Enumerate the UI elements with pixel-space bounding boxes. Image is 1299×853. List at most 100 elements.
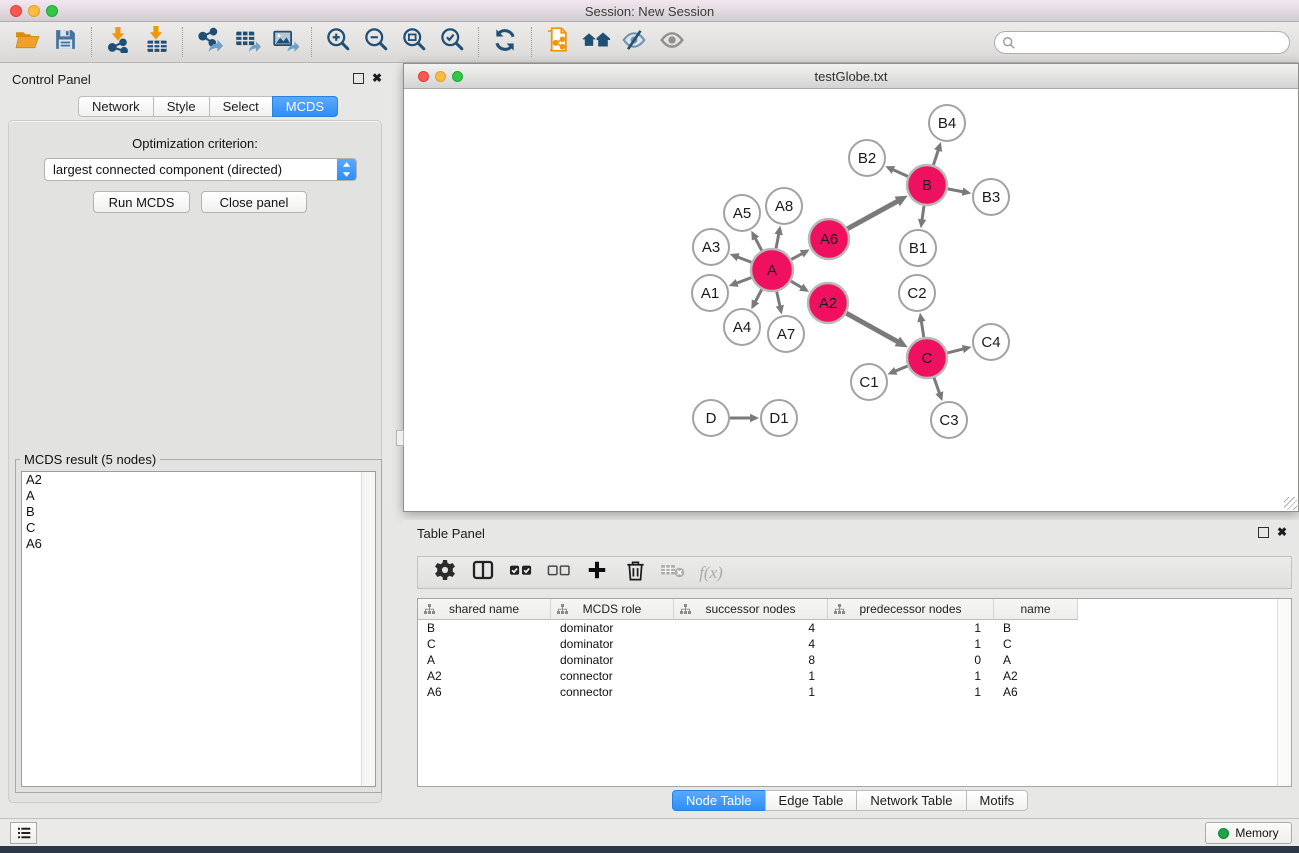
column-type-icon: [557, 604, 568, 618]
control-panel-title: Control Panel: [12, 72, 91, 87]
graph-node-C3[interactable]: C3: [931, 402, 967, 438]
mcds-result-item[interactable]: A6: [22, 536, 375, 552]
table-row[interactable]: Bdominator41B: [418, 620, 1277, 636]
run-mcds-button[interactable]: Run MCDS: [93, 191, 190, 213]
table-cell: A6: [994, 684, 1078, 700]
columns-button[interactable]: [464, 559, 502, 587]
close-table-panel-icon[interactable]: ✖: [1277, 525, 1287, 539]
table-row[interactable]: A6connector11A6: [418, 684, 1277, 700]
graph-node-C1[interactable]: C1: [851, 364, 887, 400]
refresh-button[interactable]: [486, 25, 524, 59]
export-image-button[interactable]: [266, 25, 304, 59]
window-resize-gripper[interactable]: [1284, 497, 1297, 510]
toolbar-separator: [478, 27, 479, 57]
zoom-out-button[interactable]: [357, 25, 395, 59]
table-row[interactable]: A2connector11A2: [418, 668, 1277, 684]
column-header-predecessor-nodes[interactable]: predecessor nodes: [828, 599, 994, 620]
save-session-button[interactable]: [46, 25, 84, 59]
graph-node-D[interactable]: D: [693, 400, 729, 436]
delete-button[interactable]: [616, 559, 654, 587]
graph-edge-A-A5: [755, 238, 762, 251]
open-file-button[interactable]: [8, 25, 46, 59]
graph-node-B4[interactable]: B4: [929, 105, 965, 141]
task-history-button[interactable]: [10, 822, 37, 844]
table-cell: 1: [828, 636, 994, 652]
table-tab-node-table[interactable]: Node Table: [672, 790, 766, 811]
zoom-fit-button[interactable]: [395, 25, 433, 59]
table-scrollbar[interactable]: [1277, 599, 1291, 786]
mcds-result-list[interactable]: A2ABCA6: [21, 471, 376, 787]
graph-node-B1[interactable]: B1: [900, 230, 936, 266]
float-table-panel-icon[interactable]: [1258, 527, 1269, 538]
table-cell: A: [418, 652, 551, 668]
graph-node-A4[interactable]: A4: [724, 309, 760, 345]
mcds-result-item[interactable]: B: [22, 504, 375, 520]
graph-node-A2[interactable]: A2: [808, 283, 848, 323]
graph-node-A[interactable]: A: [751, 249, 793, 291]
table-panel: Table Panel ✖ f(x) shared nameMCDS roles…: [403, 520, 1299, 818]
graph-node-C2[interactable]: C2: [899, 275, 935, 311]
zoom-selected-button[interactable]: [433, 25, 471, 59]
memory-button[interactable]: Memory: [1205, 822, 1292, 844]
zoom-in-button[interactable]: [319, 25, 357, 59]
graph-node-A6[interactable]: A6: [809, 219, 849, 259]
mcds-result-item[interactable]: A: [22, 488, 375, 504]
search-box[interactable]: [994, 31, 1290, 54]
graph-node-A1[interactable]: A1: [692, 275, 728, 311]
table-tab-network-table[interactable]: Network Table: [856, 790, 966, 811]
tab-mcds[interactable]: MCDS: [272, 96, 338, 117]
table-tab-motifs[interactable]: Motifs: [966, 790, 1029, 811]
close-panel-button[interactable]: Close panel: [201, 191, 307, 213]
toolbar-separator: [531, 27, 532, 57]
table-tab-edge-table[interactable]: Edge Table: [765, 790, 858, 811]
column-header-name[interactable]: name: [994, 599, 1078, 620]
panel-splitter-handle[interactable]: [396, 430, 404, 446]
graph-node-C[interactable]: C: [907, 338, 947, 378]
mcds-result-item[interactable]: A2: [22, 472, 375, 488]
show-hidden-button[interactable]: [653, 25, 691, 59]
tab-network[interactable]: Network: [78, 96, 154, 117]
select-all-button[interactable]: [502, 559, 540, 587]
deselect-all-button[interactable]: [540, 559, 578, 587]
float-panel-icon[interactable]: [353, 73, 364, 84]
table-row[interactable]: Cdominator41C: [418, 636, 1277, 652]
close-panel-icon[interactable]: ✖: [372, 71, 382, 85]
settings-button[interactable]: [426, 559, 464, 587]
table-row[interactable]: Adominator80A: [418, 652, 1277, 668]
column-label: MCDS role: [583, 602, 642, 616]
hide-selected-button[interactable]: [615, 25, 653, 59]
graph-node-A3[interactable]: A3: [693, 229, 729, 265]
add-button[interactable]: [578, 559, 616, 587]
import-table-button[interactable]: [137, 25, 175, 59]
mcds-result-item[interactable]: C: [22, 520, 375, 536]
graph-node-C4[interactable]: C4: [973, 324, 1009, 360]
mcds-list-scrollbar[interactable]: [361, 472, 375, 786]
search-input[interactable]: [1020, 34, 1289, 52]
show-all-networks-button[interactable]: [577, 25, 615, 59]
table-panel-title: Table Panel: [417, 526, 485, 541]
graph-node-A8[interactable]: A8: [766, 188, 802, 224]
column-header-mcds-role[interactable]: MCDS role: [551, 599, 674, 620]
new-network-from-file-button[interactable]: [539, 25, 577, 59]
column-header-successor-nodes[interactable]: successor nodes: [674, 599, 828, 620]
tab-select[interactable]: Select: [209, 96, 273, 117]
graph-node-A5[interactable]: A5: [724, 195, 760, 231]
graph-node-B[interactable]: B: [907, 165, 947, 205]
network-window-titlebar[interactable]: testGlobe.txt: [404, 64, 1298, 89]
graph-node-B2[interactable]: B2: [849, 140, 885, 176]
export-table-button[interactable]: [228, 25, 266, 59]
column-header-shared-name[interactable]: shared name: [418, 599, 551, 620]
graph-node-A7[interactable]: A7: [768, 316, 804, 352]
add-icon: [586, 559, 608, 586]
export-network-button[interactable]: [190, 25, 228, 59]
column-type-icon: [680, 604, 691, 618]
graph-node-B3[interactable]: B3: [973, 179, 1009, 215]
network-canvas[interactable]: B4 B2 B B3 A8A5 A6 A3 B1 A A1 C2 A2 A4A7 C4 C C1 C3 D D1: [404, 89, 1298, 511]
app-titlebar: Session: New Session: [0, 0, 1299, 22]
optimization-criterion-select[interactable]: largest connected component (directed): [44, 158, 357, 181]
node-label: B3: [982, 189, 1000, 206]
node-label: C1: [859, 374, 878, 391]
graph-node-D1[interactable]: D1: [761, 400, 797, 436]
tab-style[interactable]: Style: [153, 96, 210, 117]
import-network-button[interactable]: [99, 25, 137, 59]
